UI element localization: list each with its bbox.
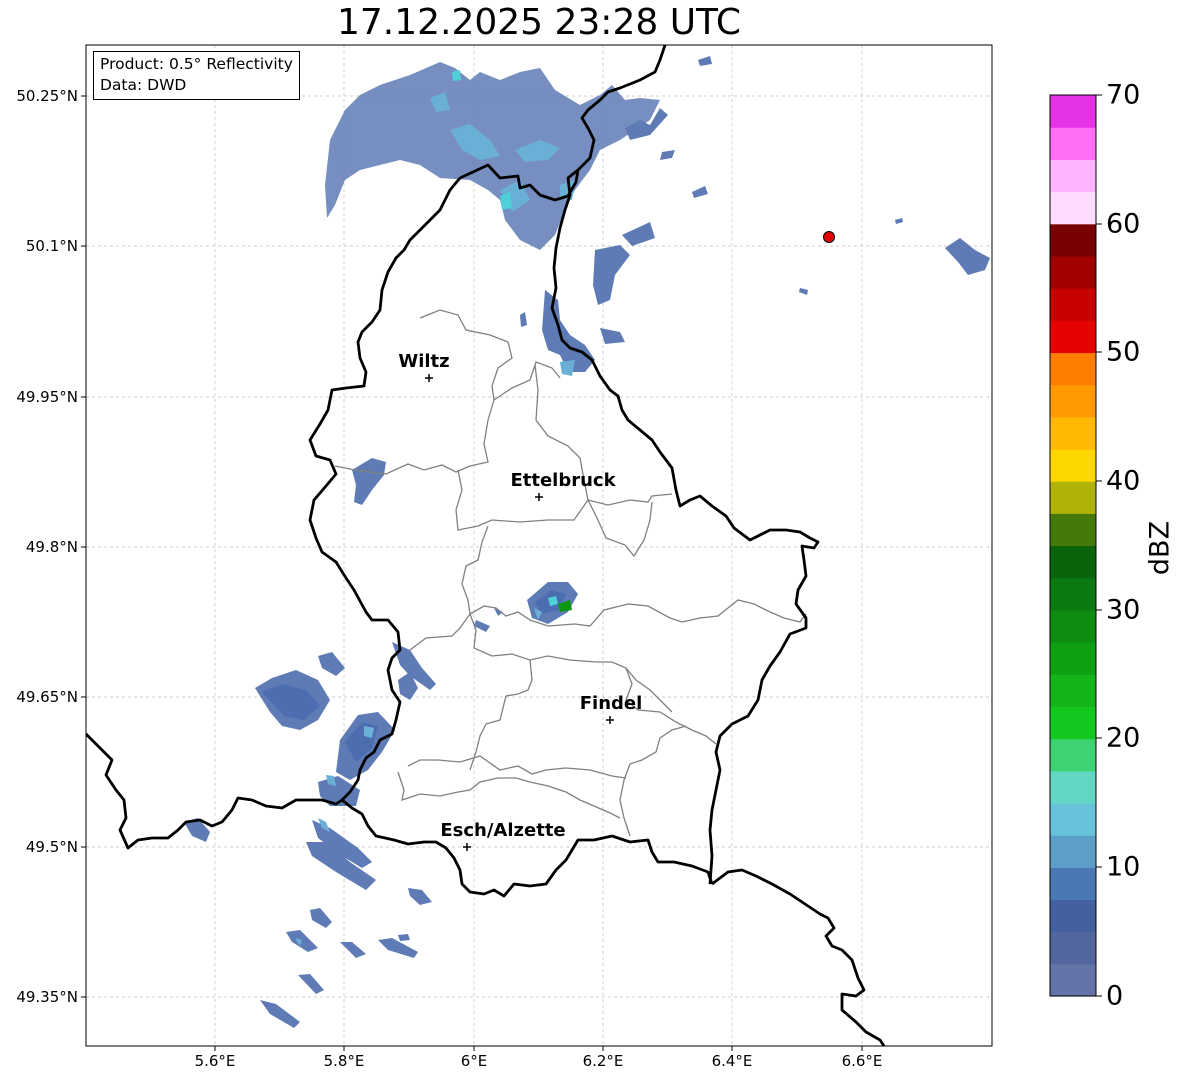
colorbar-segment: [1050, 159, 1096, 193]
colorbar-segment: [1050, 95, 1096, 128]
radar-site-marker[interactable]: [823, 231, 835, 243]
colorbar-tick-50: 50: [1106, 336, 1141, 368]
colorbar-tick-10: 10: [1106, 851, 1141, 883]
colorbar-segment: [1050, 352, 1096, 386]
colorbar-segment: [1050, 191, 1096, 225]
colorbar-segment: [1050, 609, 1096, 643]
lon-label-6: 6°E: [460, 1052, 488, 1070]
colorbar-segment: [1050, 513, 1096, 547]
colorbar-segment: [1050, 448, 1096, 482]
colorbar-segment: [1050, 481, 1096, 514]
colorbar-segment: [1050, 706, 1096, 740]
colorbar-tick-40: 40: [1106, 465, 1141, 497]
lat-label-50-25: 50.25°N: [16, 87, 78, 105]
city-label-ettelbruck: Ettelbruck: [510, 470, 616, 491]
colorbar-segment: [1050, 674, 1096, 707]
lat-label-49-65: 49.65°N: [16, 688, 78, 706]
colorbar-segment: [1050, 577, 1096, 611]
lat-label-49-5: 49.5°N: [25, 838, 78, 856]
colorbar-segment: [1050, 320, 1096, 354]
city-label-findel: Findel: [579, 693, 643, 714]
colorbar-tick-60: 60: [1106, 208, 1141, 240]
colorbar-tick-20: 20: [1106, 722, 1141, 754]
colorbar: [1050, 95, 1096, 997]
lon-label-6-6: 6.6°E: [841, 1052, 883, 1070]
colorbar-segment: [1050, 802, 1096, 836]
colorbar-unit-label: dBZ: [1144, 520, 1176, 576]
lat-label-49-8: 49.8°N: [25, 538, 78, 556]
colorbar-segment: [1050, 416, 1096, 450]
lon-label-6-2: 6.2°E: [582, 1052, 624, 1070]
colorbar-segment: [1050, 127, 1096, 160]
colorbar-segment: [1050, 931, 1096, 965]
colorbar-segment: [1050, 642, 1096, 675]
lon-label-6-4: 6.4°E: [711, 1052, 753, 1070]
colorbar-segment: [1050, 545, 1096, 579]
lat-label-49-95: 49.95°N: [16, 388, 78, 406]
colorbar-tick-70: 70: [1106, 79, 1141, 111]
info-box: Product: 0.5° Reflectivity Data: DWD: [93, 51, 300, 100]
colorbar-segment: [1050, 288, 1096, 321]
radar-map[interactable]: [0, 0, 1184, 1081]
colorbar-segment: [1050, 963, 1096, 997]
colorbar-ticks: [1096, 94, 1102, 997]
lat-label-49-35: 49.35°N: [16, 988, 78, 1006]
colorbar-tick-0: 0: [1106, 980, 1124, 1012]
lat-label-50-1: 50.1°N: [25, 237, 78, 255]
city-label-wiltz: Wiltz: [398, 351, 450, 372]
lon-label-5-6: 5.6°E: [194, 1052, 236, 1070]
colorbar-segment: [1050, 255, 1096, 289]
colorbar-segment: [1050, 867, 1096, 901]
colorbar-tick-30: 30: [1106, 594, 1141, 626]
lon-label-5-8: 5.8°E: [323, 1052, 365, 1070]
product-label: Product: 0.5° Reflectivity: [100, 55, 293, 73]
city-label-esch: Esch/Alzette: [440, 820, 566, 841]
echo-sw-line-9: [398, 934, 410, 941]
colorbar-segment: [1050, 223, 1096, 257]
data-source-label: Data: DWD: [100, 76, 187, 94]
colorbar-segment: [1050, 384, 1096, 418]
colorbar-segment: [1050, 738, 1096, 772]
colorbar-segment: [1050, 899, 1096, 933]
colorbar-segment: [1050, 835, 1096, 868]
colorbar-segment: [1050, 770, 1096, 804]
